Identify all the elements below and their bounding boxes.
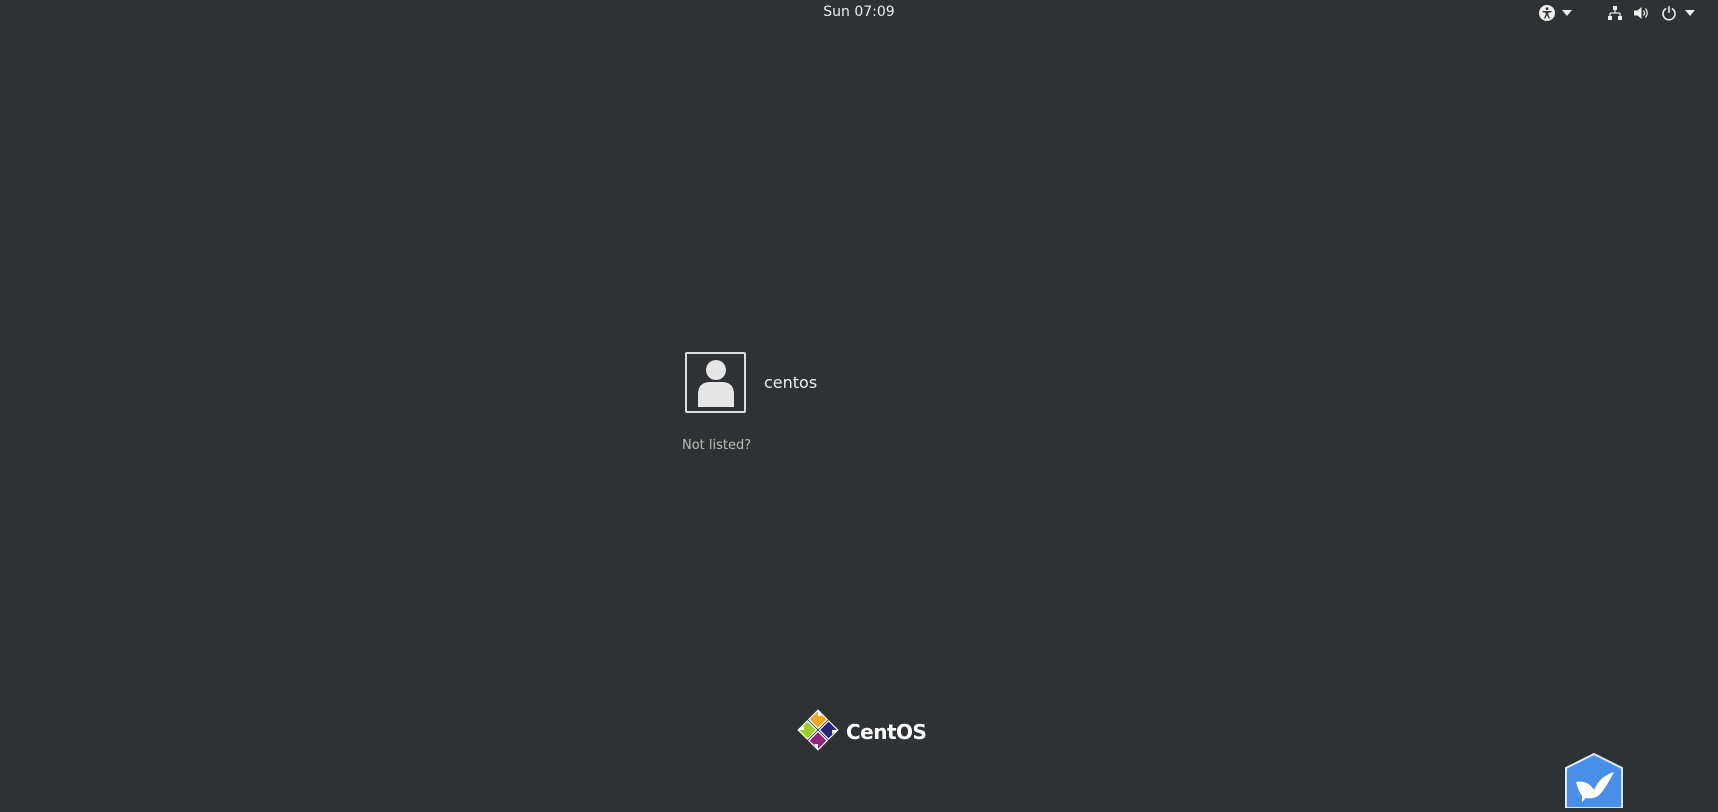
system-menu[interactable] <box>1607 3 1695 23</box>
volume-icon <box>1633 5 1651 21</box>
user-name: centos <box>764 373 818 392</box>
accessibility-menu[interactable] <box>1538 3 1572 23</box>
distro-logo: CentOS <box>796 708 927 756</box>
user-avatar <box>685 352 746 413</box>
network-icon <box>1607 5 1623 21</box>
default-user-avatar-icon <box>696 356 736 411</box>
not-listed-button[interactable]: Not listed? <box>682 438 751 453</box>
top-bar: Sun 07:09 <box>0 0 1718 26</box>
user-list-item-centos[interactable]: centos <box>685 352 817 413</box>
logo-text: CentOS <box>846 720 927 744</box>
clock-button[interactable]: Sun 07:09 <box>0 4 1718 20</box>
accessibility-icon <box>1538 4 1556 22</box>
power-icon <box>1661 5 1677 21</box>
corner-app-launcher[interactable] <box>1562 752 1626 812</box>
centos-logo-icon <box>796 708 840 756</box>
dropdown-arrow-icon <box>1562 10 1572 16</box>
dropdown-arrow-icon <box>1685 10 1695 16</box>
